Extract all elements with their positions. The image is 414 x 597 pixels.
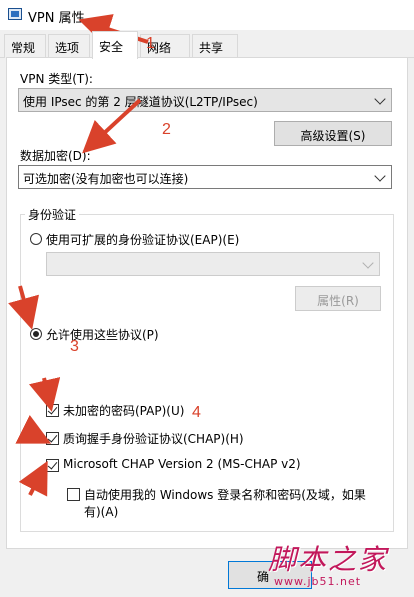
annotation-number-1: 1 — [146, 35, 155, 52]
tab-strip: 常规 选项 安全 网络 共享 — [0, 30, 414, 59]
vpn-type-label: VPN 类型(T): — [20, 72, 93, 86]
annotation-number-4: 4 — [192, 404, 201, 421]
annotation-number-3: 3 — [70, 338, 79, 355]
auth-group-title: 身份验证 — [25, 206, 80, 223]
tab-sharing[interactable]: 共享 — [192, 34, 238, 58]
properties-button[interactable]: 属性(R) — [295, 286, 381, 311]
pap-label[interactable]: 未加密的密码(PAP)(U) — [63, 402, 184, 419]
chap-checkbox[interactable] — [46, 432, 59, 445]
window-title: VPN 属性 — [28, 11, 85, 26]
watermark-url: www.jb51.net — [274, 575, 362, 588]
encryption-value: 可选加密(没有加密也可以连接) — [23, 172, 189, 186]
auto-logon-checkbox[interactable] — [67, 488, 80, 501]
tab-options[interactable]: 选项 — [48, 34, 90, 58]
eap-option-label[interactable]: 使用可扩展的身份验证协议(EAP)(E) — [46, 231, 239, 248]
advanced-settings-button[interactable]: 高级设置(S) — [274, 121, 392, 146]
vpn-type-select[interactable]: 使用 IPsec 的第 2 层隧道协议(L2TP/IPsec) — [18, 88, 392, 112]
allow-protocols-label[interactable]: 允许使用这些协议(P) — [46, 326, 159, 343]
watermark-logo: 脚本之家 — [268, 543, 389, 576]
vpn-type-value: 使用 IPsec 的第 2 层隧道协议(L2TP/IPsec) — [23, 95, 258, 109]
encryption-select[interactable]: 可选加密(没有加密也可以连接) — [18, 165, 392, 189]
allow-protocols-radio[interactable] — [30, 328, 42, 340]
network-icon — [8, 8, 22, 20]
annotation-number-2: 2 — [162, 121, 171, 138]
title-bar: VPN 属性 — [0, 0, 414, 30]
chevron-down-icon — [362, 257, 374, 269]
chap-label[interactable]: 质询握手身份验证协议(CHAP)(H) — [63, 430, 244, 447]
chevron-down-icon — [374, 170, 386, 182]
tab-general[interactable]: 常规 — [4, 34, 46, 58]
auto-logon-label-line2[interactable]: 有)(A) — [84, 503, 118, 520]
tab-security[interactable]: 安全 — [92, 31, 138, 59]
mschapv2-label[interactable]: Microsoft CHAP Version 2 (MS-CHAP v2) — [63, 457, 301, 471]
pap-checkbox[interactable] — [46, 404, 59, 417]
chevron-down-icon — [374, 93, 386, 105]
eap-select[interactable] — [46, 252, 380, 276]
auto-logon-label-line1[interactable]: 自动使用我的 Windows 登录名称和密码(及域，如果 — [84, 486, 366, 503]
mschapv2-checkbox[interactable] — [46, 459, 59, 472]
encryption-label: 数据加密(D): — [20, 149, 91, 163]
eap-radio[interactable] — [30, 233, 42, 245]
